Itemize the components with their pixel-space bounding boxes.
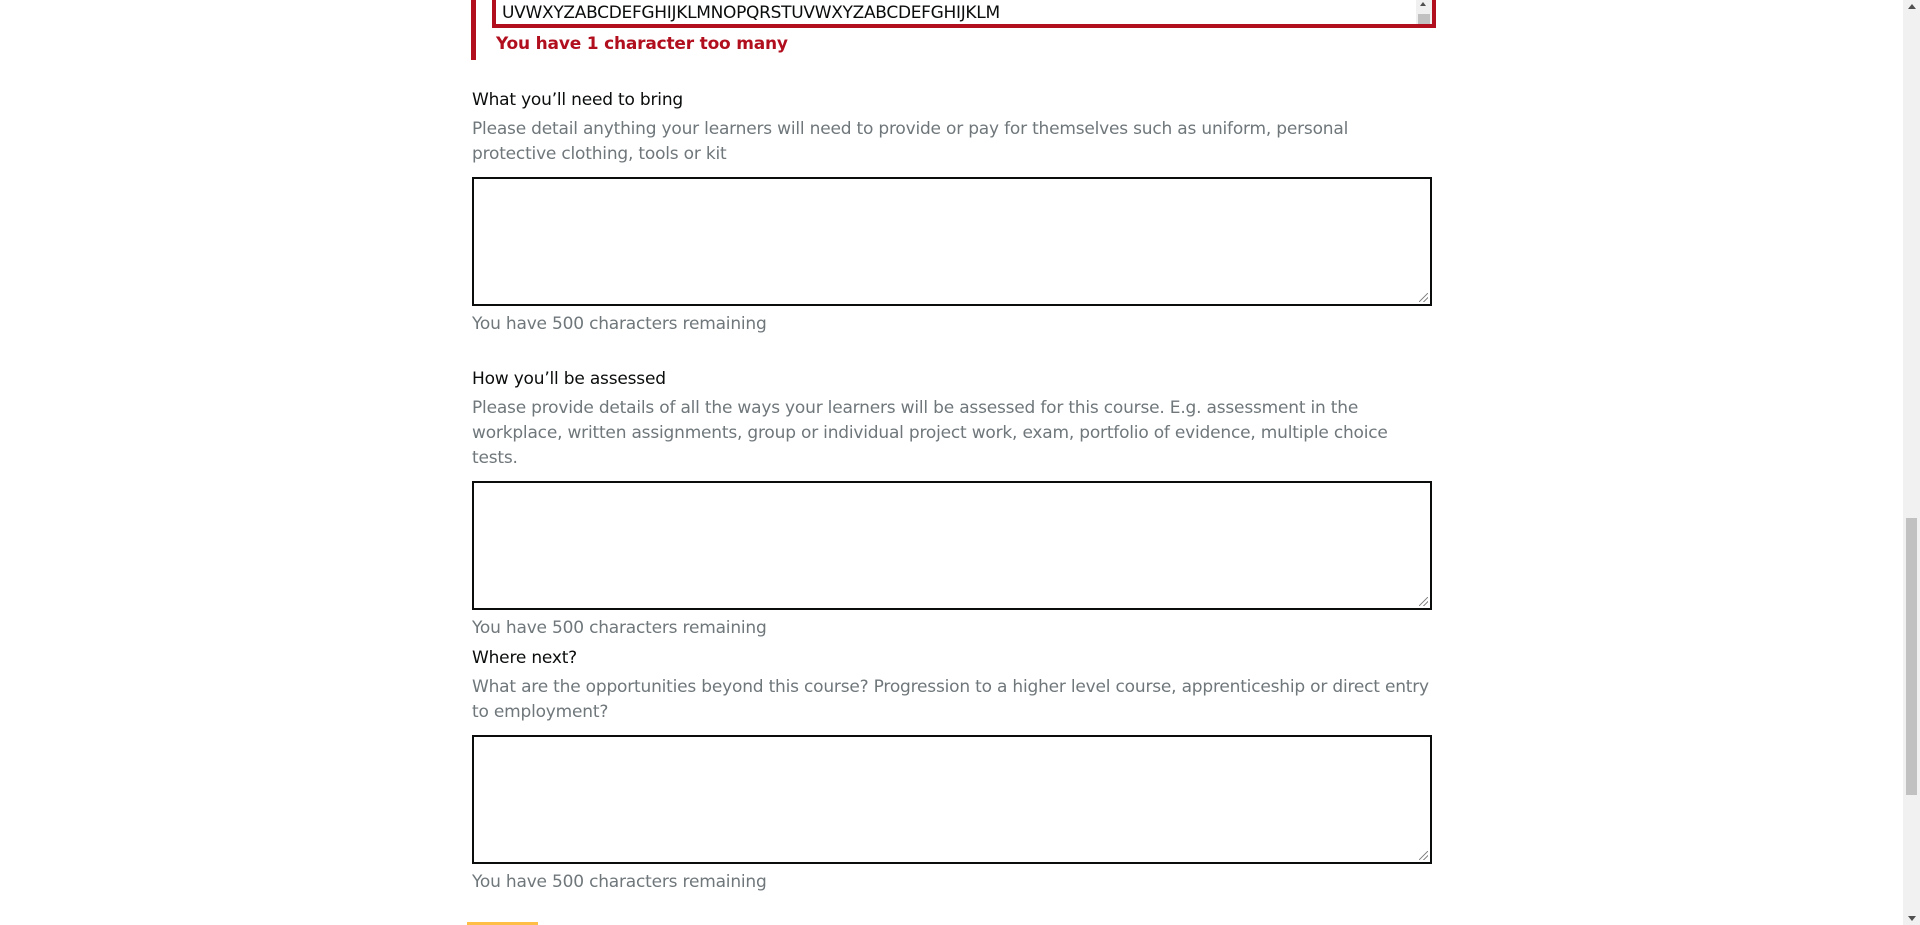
- error-textarea-value: UVWXYZABCDEFGHIJKLMNOPQRSTUVWXYZABCDEFGH…: [502, 3, 1000, 23]
- field-label: Where next?: [472, 648, 578, 668]
- resize-grip-icon[interactable]: [1419, 851, 1428, 860]
- field-where-next: Where next? What are the opportunities b…: [472, 646, 1432, 895]
- course-details-page: UVWXYZABCDEFGHIJKLMNOPQRSTUVWXYZABCDEFGH…: [0, 0, 1920, 925]
- page-scrollbar[interactable]: [1903, 0, 1920, 925]
- field-what-youll-need-to-bring: What you’ll need to bring Please detail …: [472, 88, 1432, 337]
- error-textarea[interactable]: UVWXYZABCDEFGHIJKLMNOPQRSTUVWXYZABCDEFGH…: [492, 0, 1436, 28]
- field-hint: What are the opportunities beyond this c…: [472, 677, 1429, 722]
- character-counter: You have 500 characters remaining: [472, 618, 767, 638]
- field-label: What you’ll need to bring: [472, 90, 683, 110]
- scroll-up-arrow-icon[interactable]: [1420, 2, 1426, 6]
- field-how-youll-be-assessed: How you’ll be assessed Please provide de…: [472, 367, 1432, 641]
- field-hint: Please detail anything your learners wil…: [472, 119, 1349, 164]
- what-youll-need-textarea[interactable]: [472, 177, 1432, 306]
- scroll-up-arrow-icon[interactable]: [1908, 4, 1916, 9]
- page-scroll-thumb[interactable]: [1906, 518, 1917, 795]
- textarea-scrollbar[interactable]: [1416, 0, 1432, 24]
- resize-grip-icon[interactable]: [1419, 597, 1428, 606]
- resize-grip-icon[interactable]: [1419, 293, 1428, 302]
- character-counter: You have 500 characters remaining: [472, 872, 767, 892]
- error-message: You have 1 character too many: [496, 34, 788, 54]
- textarea-scroll-thumb[interactable]: [1418, 14, 1430, 24]
- where-next-textarea[interactable]: [472, 735, 1432, 864]
- character-counter: You have 500 characters remaining: [472, 314, 767, 334]
- field-label: How you’ll be assessed: [472, 369, 666, 389]
- how-youll-be-assessed-textarea[interactable]: [472, 481, 1432, 610]
- error-field-group: UVWXYZABCDEFGHIJKLMNOPQRSTUVWXYZABCDEFGH…: [471, 0, 1438, 60]
- scroll-down-arrow-icon[interactable]: [1908, 916, 1916, 921]
- field-hint: Please provide details of all the ways y…: [472, 398, 1388, 468]
